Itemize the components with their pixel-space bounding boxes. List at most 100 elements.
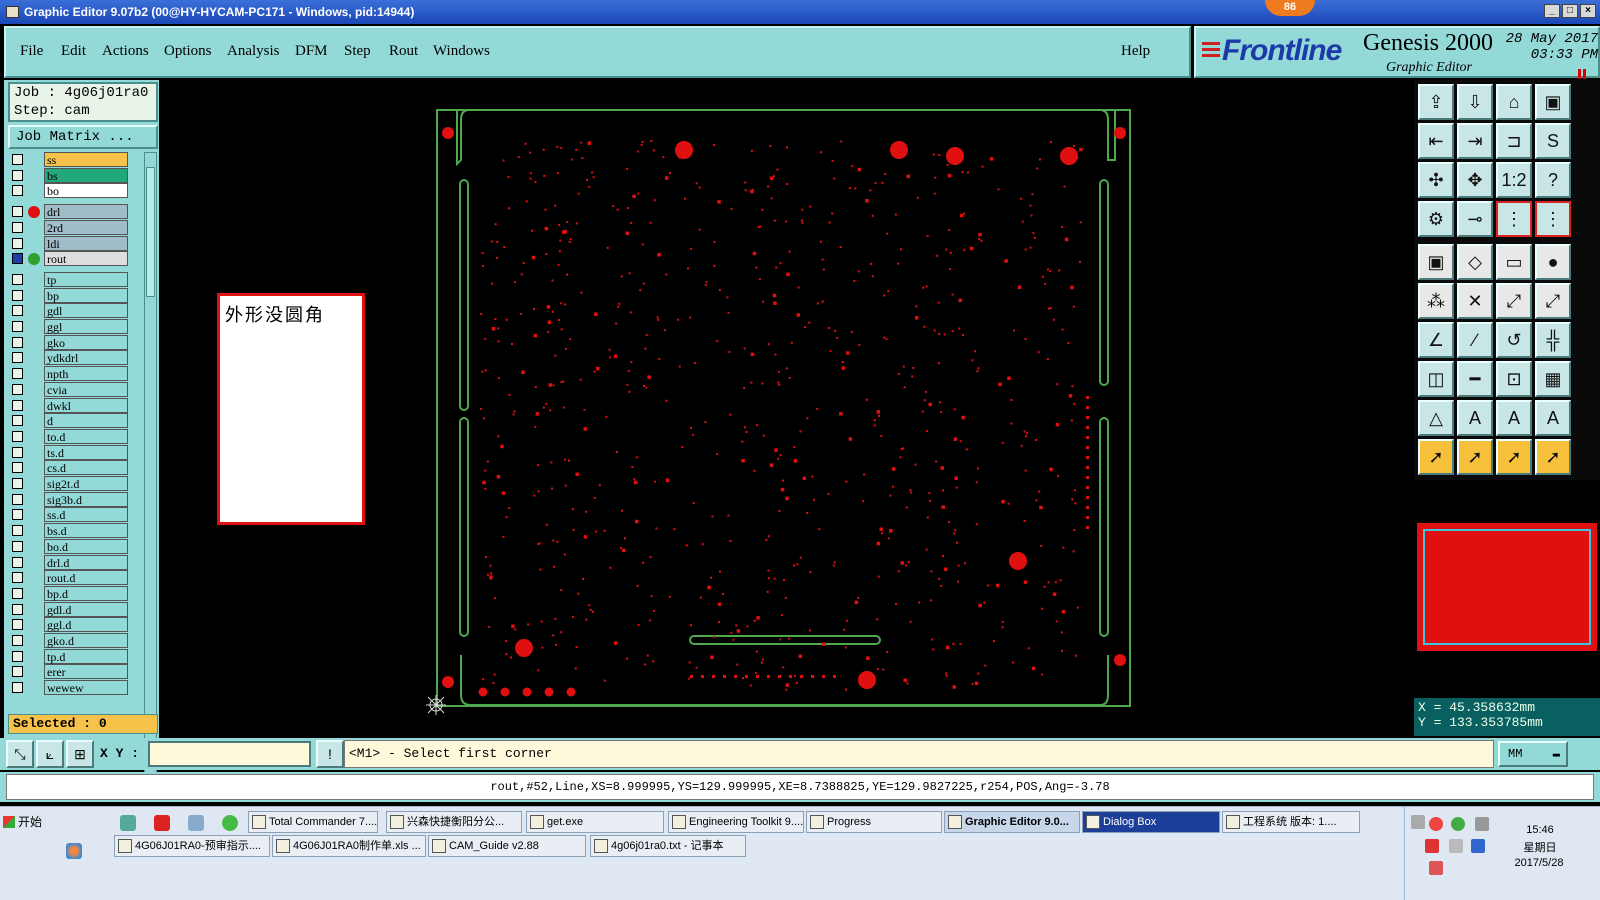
menu-analysis[interactable]: Analysis [227, 43, 280, 60]
layer-checkbox[interactable] [12, 540, 23, 552]
export-icon[interactable]: ⇥ [1457, 123, 1493, 159]
layer-row-d[interactable]: d [8, 413, 129, 429]
layer-name[interactable]: bp.d [44, 585, 128, 601]
layer-checkbox[interactable] [12, 336, 23, 348]
clock-time[interactable]: 15:46 [1505, 821, 1575, 839]
text-a-icon[interactable]: A [1457, 400, 1493, 436]
tray-app3-icon[interactable] [1429, 861, 1443, 875]
layer-name[interactable]: ldi [44, 235, 128, 251]
layer-row-tp[interactable]: tp [8, 271, 129, 287]
layer-name[interactable]: 2rd [44, 219, 128, 235]
measure-icon[interactable]: ⟀ [36, 740, 64, 768]
browser-icon[interactable] [222, 815, 238, 831]
layer-name[interactable]: ggl.d [44, 617, 128, 633]
layer-checkbox[interactable] [12, 587, 23, 599]
layer-name[interactable]: tp [44, 271, 128, 287]
layer-row-rout[interactable]: rout [8, 251, 129, 267]
layer-checkbox[interactable] [12, 399, 23, 411]
save-icon[interactable]: ⇩ [1457, 84, 1493, 120]
calculator-icon[interactable] [188, 815, 204, 831]
layer-checkbox[interactable] [12, 321, 23, 332]
keyboard-icon[interactable] [1411, 815, 1425, 829]
angle-icon[interactable]: ∠ [1418, 322, 1454, 358]
mirror-icon[interactable]: ╬ [1535, 322, 1571, 358]
signal-icon[interactable] [1475, 817, 1489, 831]
layer-row-cvia[interactable]: cvia [8, 381, 129, 397]
pad-icon[interactable]: ● [1535, 244, 1571, 280]
scrollbar-thumb[interactable] [146, 167, 155, 297]
layer-name[interactable]: ss [44, 152, 128, 167]
layer-name[interactable]: erer [44, 664, 128, 680]
maximize-button[interactable]: □ [1562, 4, 1578, 18]
fill-icon[interactable]: ▣ [1418, 244, 1454, 280]
layer-row-bo[interactable]: bo [8, 183, 129, 199]
line2-icon[interactable]: ⤢ [1535, 283, 1571, 319]
minimize-button[interactable]: _ [1544, 4, 1560, 18]
select2-icon[interactable]: ➚ [1457, 439, 1493, 475]
layer-row-drl-d[interactable]: drl.d [8, 554, 129, 570]
layer-checkbox[interactable] [12, 525, 23, 537]
xy-input[interactable] [148, 741, 311, 767]
layer-name[interactable]: gko.d [44, 633, 128, 648]
layer-row-dwkl[interactable]: dwkl [8, 397, 129, 413]
tray-app2-icon[interactable] [1451, 817, 1465, 831]
taskbar-button[interactable]: 工程系统 版本: 1.... [1222, 811, 1360, 833]
layer-name[interactable]: gdl.d [44, 601, 128, 617]
layer-name[interactable]: drl.d [44, 554, 128, 570]
grid-icon[interactable]: ▦ [1535, 361, 1571, 397]
layers-icon[interactable]: ⋮ [1496, 201, 1532, 237]
zoom-fit-icon[interactable]: ✣ [1418, 162, 1454, 198]
scale-icon[interactable]: 1:2 [1496, 162, 1532, 198]
layer-row-bp[interactable]: bp [8, 287, 129, 303]
layer-row-gko-d[interactable]: gko.d [8, 633, 129, 648]
layer-checkbox[interactable] [12, 493, 23, 505]
move-icon[interactable]: ⊐ [1496, 123, 1532, 159]
layer-checkbox[interactable] [12, 635, 23, 646]
box2-icon[interactable]: ⊡ [1496, 361, 1532, 397]
layer-checkbox[interactable] [12, 352, 23, 364]
layer-row-sig2t-d[interactable]: sig2t.d [8, 476, 129, 491]
alert-icon[interactable]: ! [316, 740, 344, 768]
select4-icon[interactable]: ➚ [1535, 439, 1571, 475]
taskbar-button[interactable]: 4G06J01RA0-预审指示.... [114, 835, 270, 857]
layer-checkbox[interactable] [12, 446, 23, 458]
settings-icon[interactable]: ⚙ [1418, 201, 1454, 237]
layer-name[interactable]: ggl [44, 319, 128, 334]
start-button[interactable]: 开始 [2, 811, 42, 833]
layer-name[interactable]: bs [44, 167, 128, 183]
layer-row-rout-d[interactable]: rout.d [8, 570, 129, 586]
layer-row-ggl[interactable]: ggl [8, 319, 129, 334]
layer-checkbox[interactable] [12, 650, 23, 662]
layer-row-sig3b-d[interactable]: sig3b.d [8, 491, 129, 507]
snap-grid-icon[interactable]: ⊞ [66, 740, 94, 768]
taskbar-button[interactable]: 4g06j01ra0.txt - 记事本 [590, 835, 746, 857]
taskbar-button[interactable]: Total Commander 7.... [248, 811, 378, 833]
taskbar-button[interactable]: get.exe [526, 811, 664, 833]
layer-row-ydkdrl[interactable]: ydkdrl [8, 350, 129, 366]
layer-name[interactable]: cs.d [44, 460, 128, 476]
layer-checkbox[interactable] [12, 185, 23, 197]
menu-step[interactable]: Step [344, 43, 371, 60]
quicklaunch-app-icon[interactable] [120, 815, 136, 831]
layer-name[interactable]: gdl [44, 303, 128, 319]
layer-name[interactable]: npth [44, 366, 128, 382]
layer-row-gko[interactable]: gko [8, 334, 129, 350]
layer-row-bp-d[interactable]: bp.d [8, 585, 129, 601]
layer-checkbox[interactable] [12, 221, 23, 233]
layer-name[interactable]: gko [44, 334, 128, 350]
home-icon[interactable]: ⌂ [1496, 84, 1532, 120]
layer-name[interactable]: rout [44, 251, 128, 267]
layer-name[interactable]: d [44, 413, 128, 429]
layer-checkbox[interactable] [12, 368, 23, 380]
triangle-icon[interactable]: △ [1418, 400, 1454, 436]
shape-icon[interactable]: ◇ [1457, 244, 1493, 280]
layer-preview[interactable] [1414, 520, 1600, 654]
job-matrix-button[interactable]: Job Matrix ... [8, 125, 158, 149]
delete-icon[interactable]: ✕ [1457, 283, 1493, 319]
text-c-icon[interactable]: A [1535, 400, 1571, 436]
layers2-icon[interactable]: ⋮ [1535, 201, 1571, 237]
connect-icon[interactable]: ⁂ [1418, 283, 1454, 319]
layer-name[interactable]: rout.d [44, 570, 128, 586]
layer-checkbox[interactable] [12, 154, 23, 165]
layer-name[interactable]: sig3b.d [44, 491, 128, 507]
